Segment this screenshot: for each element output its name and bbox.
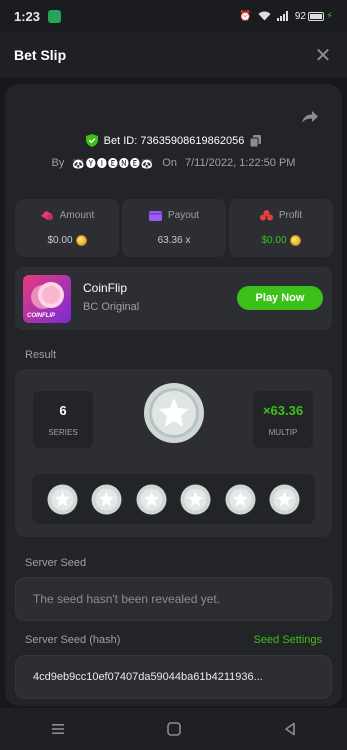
home-icon[interactable] [167, 722, 182, 736]
battery-indicator: 92 ⚡ [295, 11, 333, 22]
series-label: SERIES [48, 428, 78, 437]
profit-icon [259, 210, 273, 221]
result-panel: 6 SERIES ×63.36 MULTIP [15, 369, 332, 537]
coin-flip-icon [269, 484, 300, 514]
payout-card: Payout 63.36 x [122, 199, 226, 257]
by-label: By [51, 156, 65, 169]
game-subtitle: BC Original [83, 301, 140, 313]
close-icon[interactable]: ✕ [313, 45, 333, 67]
server-seed-hash-field[interactable]: 4cd9eb9cc10ef07407da59044ba61b4211936... [15, 655, 332, 699]
seed-settings-link[interactable]: Seed Settings [254, 634, 323, 646]
payout-value: 63.36 x [157, 235, 191, 246]
coin-flip-icon [136, 484, 167, 514]
series-box: 6 SERIES [33, 391, 93, 448]
alarm-icon: ⏰ [239, 10, 252, 22]
status-bar: 1:23 ⏰ 92 ⚡ [0, 0, 347, 32]
server-seed-hash-value: 4cd9eb9cc10ef07407da59044ba61b4211936... [33, 671, 263, 683]
game-name: CoinFlip [83, 281, 128, 295]
coin-flip-icon [47, 484, 78, 514]
coin-icon [75, 235, 87, 246]
wifi-icon [258, 11, 271, 21]
coin-icon [289, 235, 301, 246]
status-time: 1:23 [14, 8, 41, 24]
bet-id-row: Bet ID: 73635908619862056 [0, 134, 347, 147]
system-nav-bar [0, 708, 347, 750]
page-title: Bet Slip [14, 47, 67, 63]
payout-label: Payout [167, 210, 200, 221]
multiplier-box: ×63.36 MULTIP [253, 391, 313, 448]
server-seed-label: Server Seed [25, 557, 87, 569]
multiplier-label: MULTIP [268, 428, 298, 437]
profit-card: Profit $0.00 [229, 199, 333, 257]
coinflip-logo-text: COINFLIP [27, 313, 55, 319]
amount-card: Amount $0.00 [15, 199, 119, 257]
flip-results-row [32, 474, 315, 524]
bet-datetime: 7/11/2022, 1:22:50 PM [184, 156, 296, 169]
coinflip-thumbnail[interactable]: COINFLIP [23, 275, 71, 323]
coin-flip-icon [180, 484, 211, 514]
battery-level: 92 [294, 10, 306, 22]
signal-icon [276, 11, 288, 21]
amount-label: Amount [59, 210, 95, 221]
payout-wallet-icon [148, 211, 162, 221]
multiplier-value: ×63.36 [262, 403, 304, 418]
bet-slip-header: Bet Slip ✕ [0, 32, 347, 78]
amount-icon [40, 211, 53, 220]
coin-result-icon [144, 383, 204, 443]
copy-icon[interactable] [250, 134, 262, 147]
play-now-button[interactable]: Play Now [237, 286, 323, 310]
profit-value: $0.00 [261, 235, 287, 246]
bet-id: Bet ID: 73635908619862056 [103, 134, 245, 147]
coin-flip-icon [91, 484, 122, 514]
profit-label: Profit [278, 210, 303, 221]
game-card: COINFLIP CoinFlip BC Original Play Now [15, 267, 332, 330]
back-icon[interactable] [284, 722, 296, 736]
on-label: On [162, 156, 177, 169]
result-label: Result [25, 349, 57, 361]
charging-icon: ⚡ [325, 10, 333, 22]
share-icon[interactable] [301, 110, 319, 124]
status-icons: ⏰ 92 ⚡ [239, 11, 333, 22]
server-seed-hash-label: Server Seed (hash) [25, 634, 121, 646]
coin-flip-icon [225, 484, 256, 514]
app-notification-icon [48, 9, 62, 23]
server-seed-field[interactable]: The seed hasn't been revealed yet. [15, 577, 332, 621]
battery-icon [307, 11, 324, 21]
amount-value: $0.00 [47, 235, 73, 246]
username-link[interactable]: 🐼🅨🅘🅔🅝🅔🐼 [72, 155, 154, 170]
verified-shield-icon [85, 134, 98, 147]
server-seed-placeholder: The seed hasn't been revealed yet. [33, 592, 221, 606]
series-value: 6 [59, 403, 67, 418]
bet-owner-row: By 🐼🅨🅘🅔🅝🅔🐼 On 7/11/2022, 1:22:50 PM [0, 155, 347, 171]
recent-apps-icon[interactable] [51, 723, 65, 735]
